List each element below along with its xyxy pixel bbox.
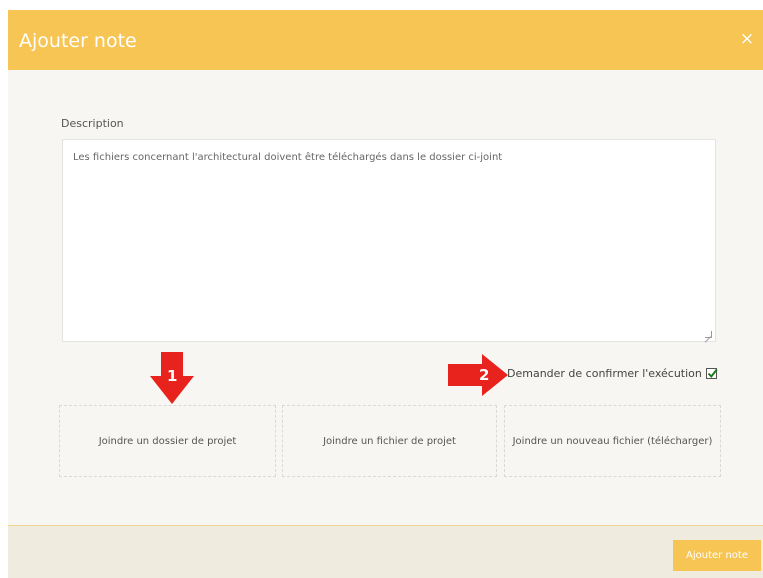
description-text: Les fichiers concernant l'architectural … bbox=[73, 152, 503, 163]
dialog-title: Ajouter note bbox=[19, 30, 137, 52]
confirm-execution-row: Demander de confirmer l'exécution bbox=[507, 367, 718, 381]
confirm-execution-checkbox[interactable] bbox=[705, 368, 718, 379]
dialog-footer: Ajouter note bbox=[8, 525, 763, 578]
confirm-execution-label: Demander de confirmer l'exécution bbox=[507, 367, 702, 380]
attach-project-folder-label: Joindre un dossier de projet bbox=[98, 435, 237, 447]
dialog-header: Ajouter note × bbox=[8, 10, 763, 70]
callout-2-number: 2 bbox=[479, 366, 490, 384]
callout-1: 1 bbox=[150, 352, 194, 404]
attach-project-file-label: Joindre un fichier de projet bbox=[323, 435, 456, 447]
arrow-right-icon bbox=[448, 354, 508, 396]
description-label: Description bbox=[61, 117, 124, 130]
callout-1-number: 1 bbox=[167, 367, 178, 385]
callout-2: 2 bbox=[448, 354, 508, 396]
description-textarea[interactable]: Les fichiers concernant l'architectural … bbox=[62, 139, 716, 342]
attach-project-folder-button[interactable]: Joindre un dossier de projet bbox=[59, 405, 276, 477]
add-note-dialog: Ajouter note × Description Les fichiers … bbox=[8, 10, 763, 578]
add-note-button[interactable]: Ajouter note bbox=[673, 540, 761, 571]
close-icon[interactable]: × bbox=[739, 30, 755, 48]
resize-handle-icon[interactable] bbox=[705, 331, 712, 338]
checkmark-icon bbox=[707, 368, 718, 379]
upload-new-file-button[interactable]: Joindre un nouveau fichier (télécharger) bbox=[504, 405, 721, 477]
upload-new-file-label: Joindre un nouveau fichier (télécharger) bbox=[512, 435, 713, 447]
attach-project-file-button[interactable]: Joindre un fichier de projet bbox=[282, 405, 497, 477]
